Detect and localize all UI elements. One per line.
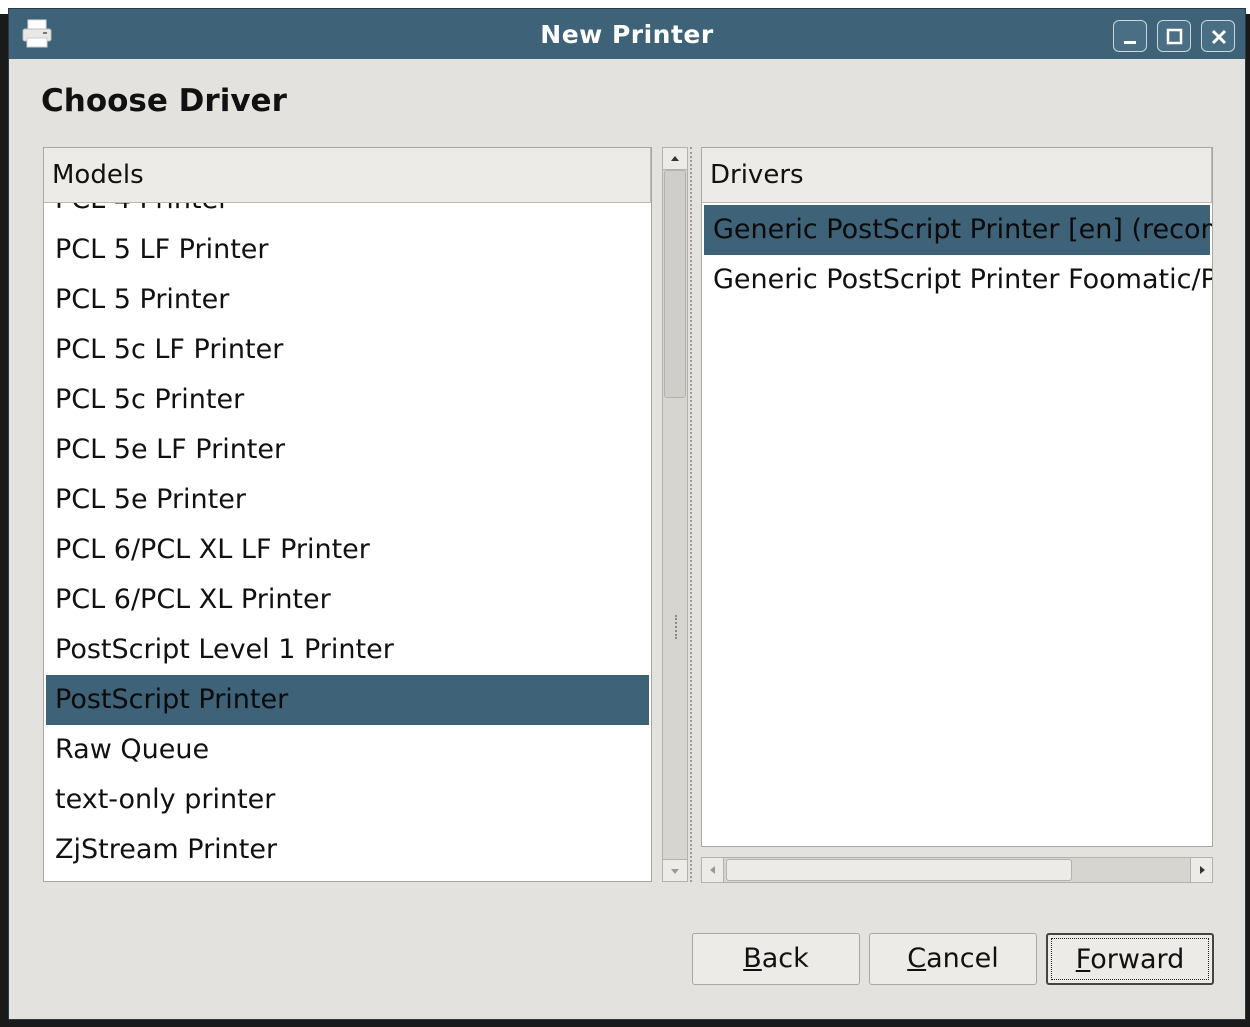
arrow-left-icon <box>710 866 715 874</box>
close-button[interactable] <box>1201 20 1235 52</box>
model-item[interactable]: PCL 5c Printer <box>46 375 649 425</box>
cancel-mnemonic: C <box>907 943 927 974</box>
drivers-rows: Generic PostScript Printer [en] (recomme… <box>702 203 1212 846</box>
close-icon <box>1211 29 1227 45</box>
cancel-label: ancel <box>926 943 999 974</box>
maximize-button[interactable] <box>1157 20 1191 52</box>
minimize-icon <box>1124 41 1136 44</box>
minimize-button[interactable] <box>1113 20 1147 52</box>
driver-item[interactable]: Generic PostScript Printer Foomatic/Post… <box>704 255 1212 305</box>
new-printer-dialog: New Printer Choose Driver Models PCL 4 P… <box>8 8 1246 1020</box>
model-item[interactable]: PCL 5c LF Printer <box>46 325 649 375</box>
model-item[interactable]: PCL 6/PCL XL Printer <box>46 575 649 625</box>
models-rows: PCL 4 Printer PCL 5 LF Printer PCL 5 Pri… <box>44 203 651 881</box>
model-item[interactable]: PCL 5 Printer <box>46 275 649 325</box>
model-item[interactable]: PCL 4 Printer <box>46 203 649 225</box>
drivers-column-header[interactable]: Drivers <box>702 148 1212 203</box>
pane-divider-handle[interactable] <box>690 147 696 882</box>
page-heading: Choose Driver <box>41 83 287 119</box>
back-button[interactable]: Back <box>692 933 860 985</box>
scrollbar-thumb[interactable] <box>726 859 1072 881</box>
back-label: ack <box>761 943 809 974</box>
forward-button[interactable]: Forward <box>1046 933 1214 985</box>
model-item[interactable]: ZjStream Printer <box>46 825 649 875</box>
cancel-button[interactable]: Cancel <box>869 933 1037 985</box>
model-item-selected[interactable]: PostScript Printer <box>46 675 649 725</box>
model-item[interactable]: PCL 5e LF Printer <box>46 425 649 475</box>
model-item[interactable]: PCL 5e Printer <box>46 475 649 525</box>
drivers-horizontal-scrollbar[interactable] <box>701 857 1213 883</box>
focus-ring <box>1051 938 1209 980</box>
models-list[interactable]: Models PCL 4 Printer PCL 5 LF Printer PC… <box>43 147 652 882</box>
model-item[interactable]: Raw Queue <box>46 725 649 775</box>
maximize-icon <box>1166 28 1183 45</box>
models-vertical-scrollbar[interactable] <box>662 147 688 882</box>
model-item[interactable]: PCL 5 LF Printer <box>46 225 649 275</box>
drivers-list[interactable]: Drivers Generic PostScript Printer [en] … <box>701 147 1213 847</box>
back-mnemonic: B <box>743 943 762 974</box>
model-item[interactable]: PCL 6/PCL XL LF Printer <box>46 525 649 575</box>
window-title: New Printer <box>540 20 714 49</box>
models-column-header[interactable]: Models <box>44 148 651 203</box>
model-item[interactable]: text-only printer <box>46 775 649 825</box>
model-item[interactable]: PostScript Level 1 Printer <box>46 625 649 675</box>
driver-item-selected[interactable]: Generic PostScript Printer [en] (recomme… <box>704 205 1212 255</box>
title-bar[interactable]: New Printer <box>9 9 1245 59</box>
arrow-right-icon <box>1200 866 1205 874</box>
scroll-left-button[interactable] <box>702 858 724 882</box>
scroll-up-button[interactable] <box>663 148 687 170</box>
arrow-up-icon <box>671 156 679 161</box>
scroll-down-button[interactable] <box>663 859 687 881</box>
scrollbar-thumb[interactable] <box>664 170 686 398</box>
scroll-right-button[interactable] <box>1190 858 1212 882</box>
arrow-down-icon <box>671 869 679 874</box>
pane-grip <box>675 615 679 639</box>
